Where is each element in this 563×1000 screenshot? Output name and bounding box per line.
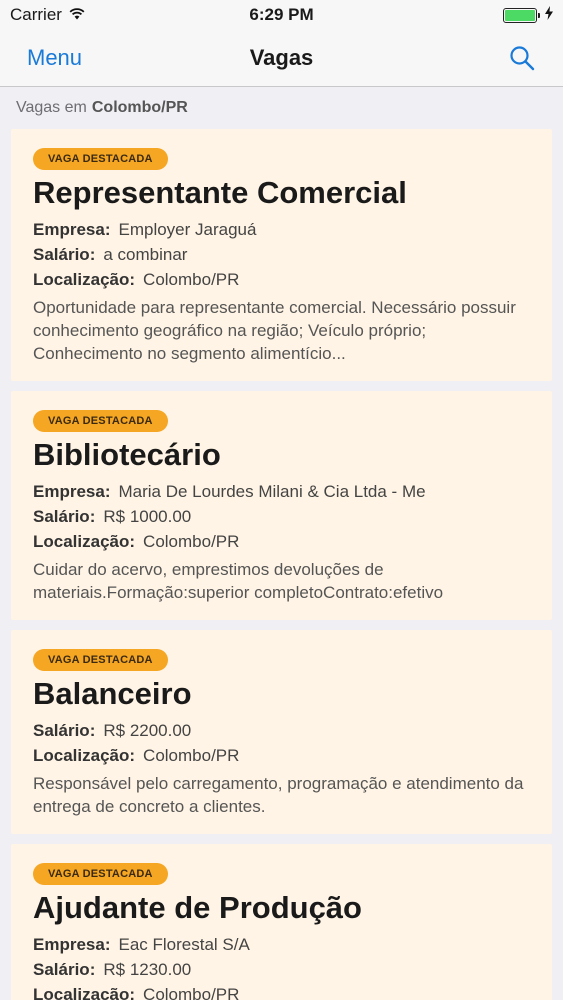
job-company-row: Empresa: Eac Florestal S/A [33, 933, 530, 956]
job-card[interactable]: VAGA DESTACADA Bibliotecário Empresa: Mar… [11, 391, 552, 620]
company-value: Employer Jaraguá [118, 220, 257, 239]
job-salary-row: Salário: a combinar [33, 243, 530, 266]
wifi-icon [68, 5, 86, 25]
section-prefix: Vagas em [16, 99, 87, 116]
charging-icon [545, 5, 553, 25]
page-title: Vagas [249, 45, 314, 70]
job-location-row: Localização: Colombo/PR [33, 744, 530, 767]
location-label: Localização: [33, 985, 136, 1000]
job-company-row: Empresa: Employer Jaraguá [33, 218, 530, 241]
section-header: Vagas em Colombo/PR [0, 87, 563, 129]
location-value: Colombo/PR [143, 270, 240, 289]
salary-label: Salário: [33, 960, 96, 979]
job-description: Cuidar do acervo, emprestimos devoluções… [33, 560, 444, 602]
salary-label: Salário: [33, 721, 96, 740]
job-company-row: Empresa: Maria De Lourdes Milani & Cia Lt… [33, 480, 530, 503]
company-value: Eac Florestal S/A [118, 935, 250, 954]
company-label: Empresa: [33, 482, 111, 501]
battery-icon [503, 7, 540, 23]
job-title: Ajudante de Produção [33, 890, 362, 925]
location-label: Localização: [33, 532, 136, 551]
salary-label: Salário: [33, 245, 96, 264]
salary-value: a combinar [103, 245, 188, 264]
salary-label: Salário: [33, 507, 96, 526]
job-card[interactable]: VAGA DESTACADA Balanceiro Salário: R$ 220… [11, 630, 552, 834]
company-label: Empresa: [33, 220, 111, 239]
job-location-row: Localização: Colombo/PR [33, 268, 530, 291]
job-title: Representante Comercial [33, 175, 407, 210]
company-value: Maria De Lourdes Milani & Cia Ltda - Me [118, 482, 426, 501]
search-button[interactable] [508, 44, 536, 72]
search-icon [510, 46, 535, 71]
job-list: VAGA DESTACADA Representante Comercial E… [0, 129, 563, 1000]
salary-value: R$ 1230.00 [103, 960, 192, 979]
job-description: Oportunidade para representante comercia… [33, 298, 516, 363]
job-salary-row: Salário: R$ 1230.00 [33, 958, 530, 981]
salary-value: R$ 2200.00 [103, 721, 192, 740]
job-title: Balanceiro [33, 676, 192, 711]
job-card[interactable]: VAGA DESTACADA Ajudante de Produção Empr… [11, 844, 552, 1000]
navigation-bar: Menu Vagas [0, 30, 563, 87]
location-label: Localização: [33, 270, 136, 289]
featured-badge: VAGA DESTACADA [33, 148, 168, 170]
job-location-row: Localização: Colombo/PR [33, 530, 530, 553]
section-location: Colombo/PR [91, 99, 188, 116]
featured-badge: VAGA DESTACADA [33, 649, 168, 671]
carrier-label: Carrier [10, 5, 62, 24]
job-title: Bibliotecário [33, 437, 221, 472]
featured-badge: VAGA DESTACADA [33, 863, 168, 885]
salary-value: R$ 1000.00 [103, 507, 192, 526]
company-label: Empresa: [33, 935, 111, 954]
location-value: Colombo/PR [143, 985, 240, 1000]
job-location-row: Localização: Colombo/PR [33, 983, 530, 1000]
status-right [503, 5, 553, 25]
location-value: Colombo/PR [143, 532, 240, 551]
job-salary-row: Salário: R$ 1000.00 [33, 505, 530, 528]
job-card[interactable]: VAGA DESTACADA Representante Comercial E… [11, 129, 552, 381]
job-description: Responsável pelo carregamento, programaç… [33, 774, 524, 816]
status-left: Carrier [10, 5, 86, 25]
featured-badge: VAGA DESTACADA [33, 410, 168, 432]
job-salary-row: Salário: R$ 2200.00 [33, 719, 530, 742]
location-value: Colombo/PR [143, 746, 240, 765]
status-bar: Carrier 6:29 PM [0, 0, 563, 30]
location-label: Localização: [33, 746, 136, 765]
menu-button[interactable]: Menu [27, 45, 82, 71]
